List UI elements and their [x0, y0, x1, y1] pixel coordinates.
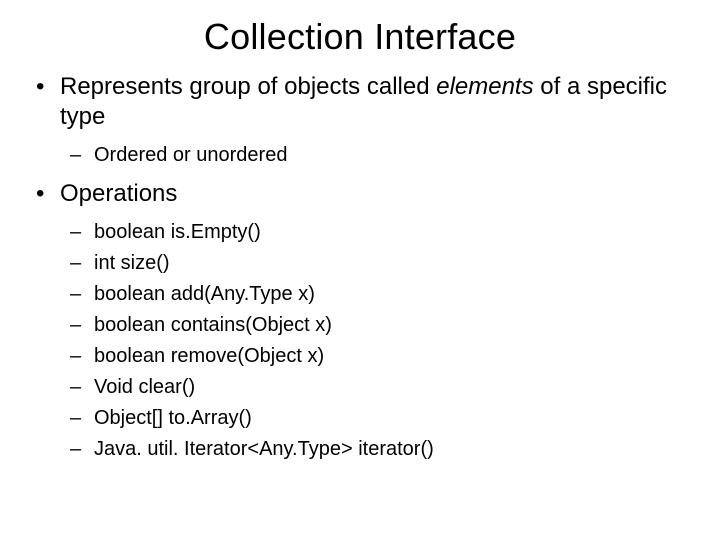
- bullet-operations-label: Operations: [60, 180, 177, 207]
- op-add: boolean add(Any.Type x): [60, 281, 690, 308]
- op-clear: Void clear(): [60, 374, 690, 401]
- page-title: Collection Interface: [30, 16, 690, 58]
- bullet-operations: Operations boolean is.Empty() int size()…: [30, 179, 690, 463]
- sub-ordered-unordered: Ordered or unordered: [60, 142, 690, 169]
- bullet-elements-pre: Represents group of objects called: [60, 73, 436, 100]
- op-toarray: Object[] to.Array(): [60, 405, 690, 432]
- op-isempty: boolean is.Empty(): [60, 219, 690, 246]
- slide: Collection Interface Represents group of…: [0, 0, 720, 540]
- bullet-operations-sublist: boolean is.Empty() int size() boolean ad…: [60, 219, 690, 463]
- bullet-elements: Represents group of objects called eleme…: [30, 72, 690, 169]
- bullet-elements-em: elements: [436, 73, 533, 100]
- op-contains: boolean contains(Object x): [60, 312, 690, 339]
- op-remove: boolean remove(Object x): [60, 343, 690, 370]
- bullet-list: Represents group of objects called eleme…: [30, 72, 690, 463]
- op-size: int size(): [60, 250, 690, 277]
- bullet-elements-sublist: Ordered or unordered: [60, 142, 690, 169]
- op-iterator: Java. util. Iterator<Any.Type> iterator(…: [60, 436, 690, 463]
